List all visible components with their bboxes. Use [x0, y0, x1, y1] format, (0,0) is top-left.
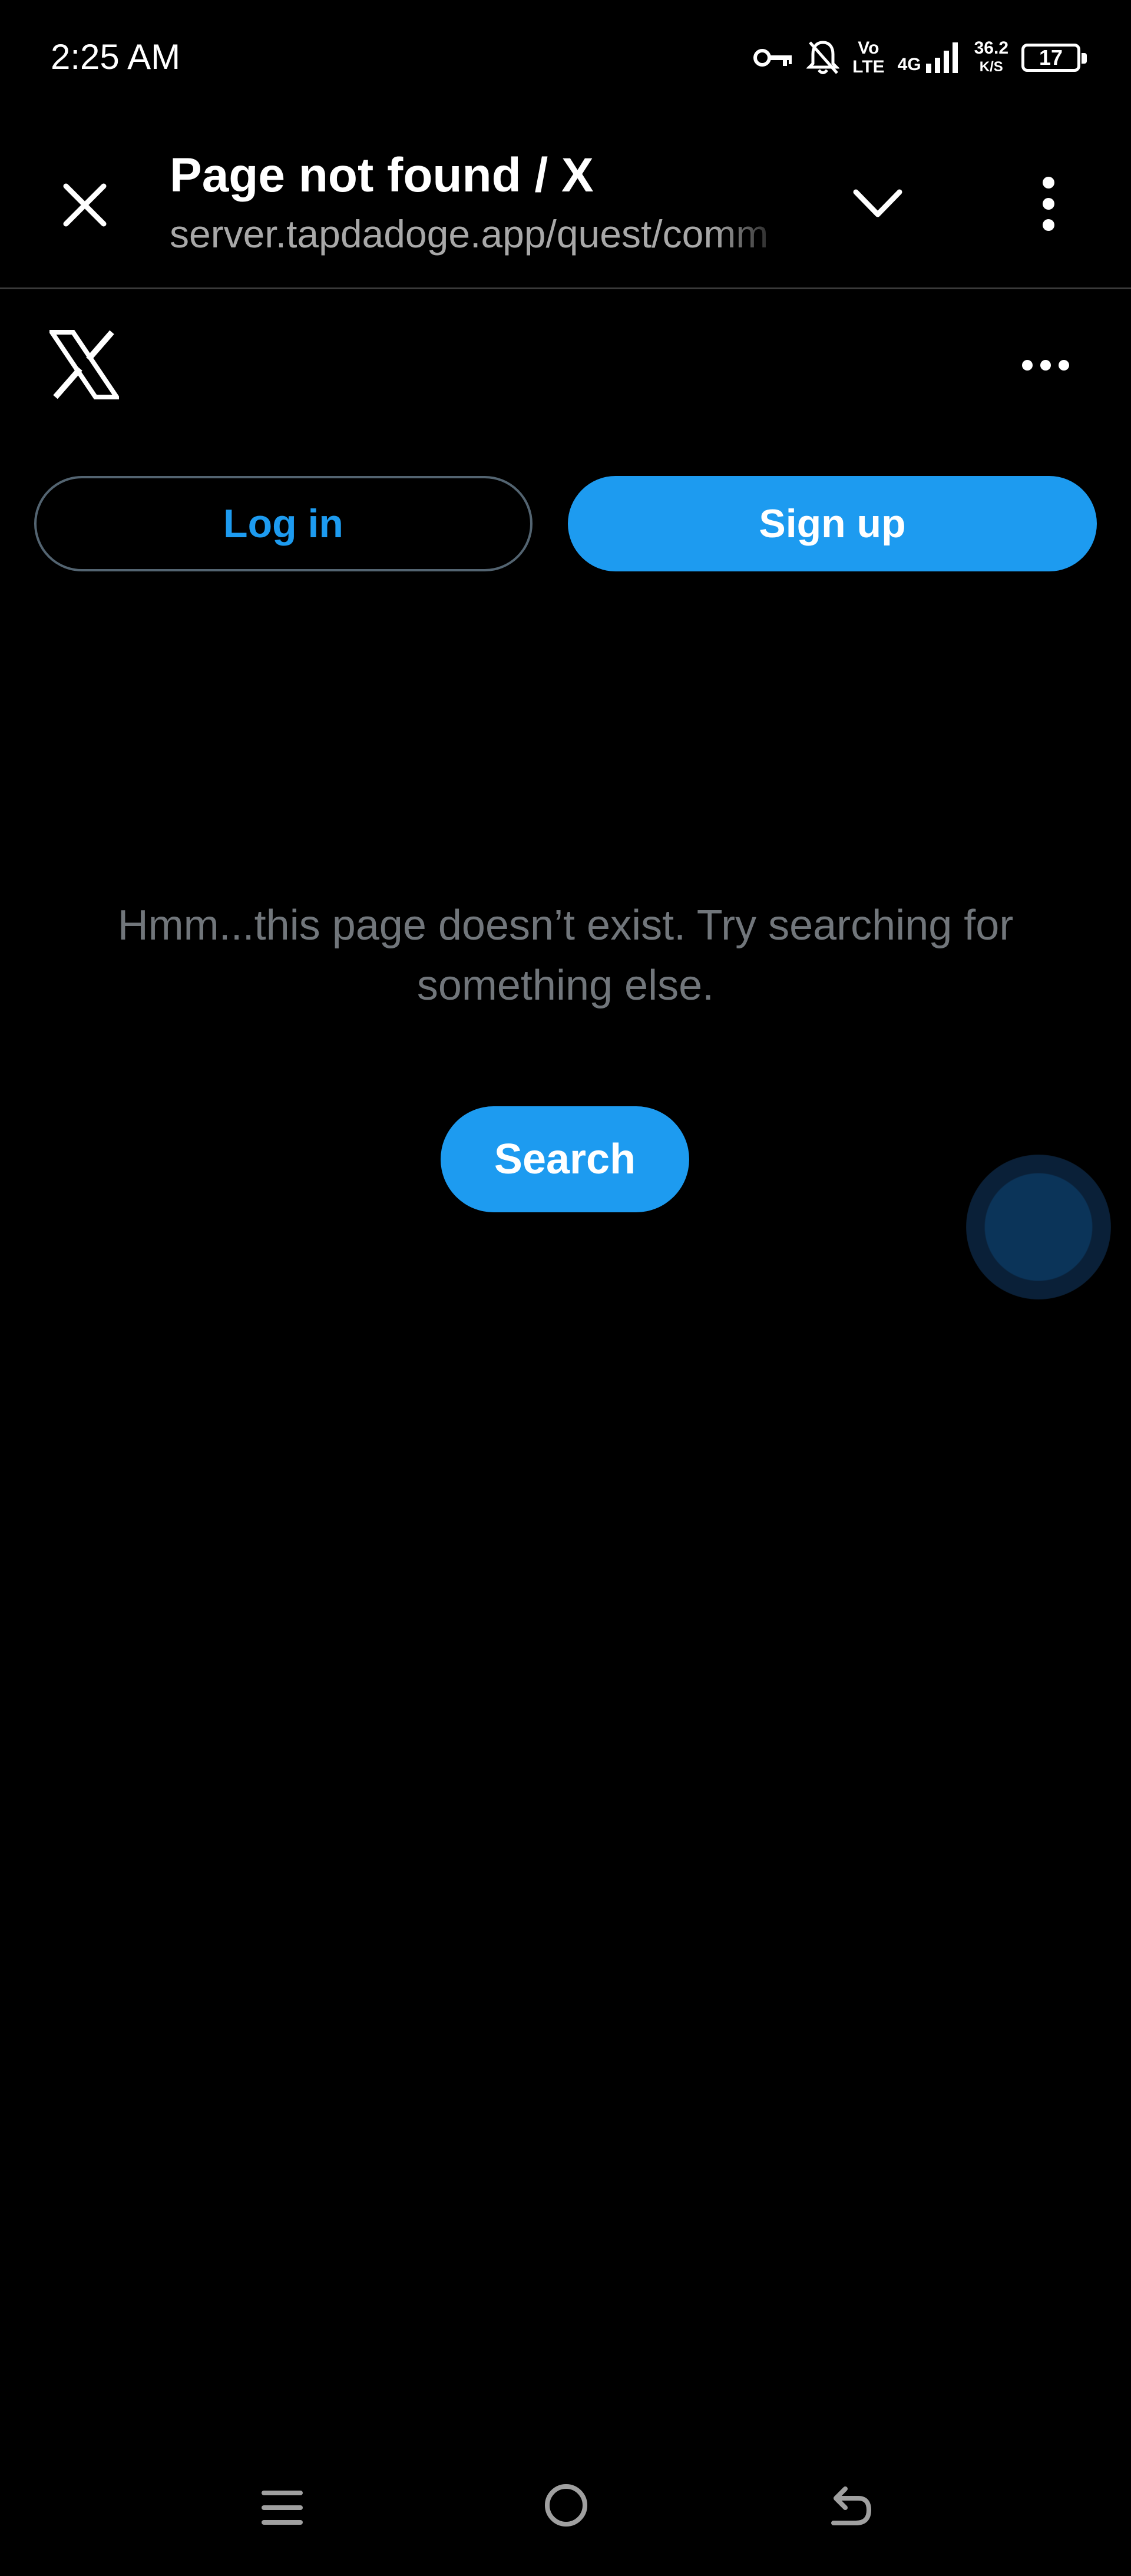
close-icon — [63, 183, 107, 227]
notifications-off-icon — [806, 41, 840, 74]
page-url[interactable]: server.tapdadoge.app/quest/comm — [170, 207, 788, 260]
page-title: Page not found / X — [170, 148, 594, 202]
network-speed: 36.2 K/S — [974, 39, 1008, 77]
home-circle-icon — [545, 2484, 587, 2527]
menu-icon — [262, 2491, 303, 2525]
x-logo-graphic — [47, 330, 121, 399]
signup-button[interactable]: Sign up — [568, 476, 1097, 571]
volte-icon: Vo LTE — [852, 39, 884, 77]
login-button[interactable]: Log in — [34, 476, 533, 571]
back-icon — [831, 2486, 871, 2525]
4g-signal-icon: 4G — [898, 41, 961, 74]
status-time: 2:25 AM — [51, 37, 181, 77]
nav-home-button[interactable] — [540, 2479, 593, 2532]
network-type: 4G — [897, 55, 921, 74]
battery-icon: 17 — [1021, 44, 1087, 72]
chevron-down-icon — [853, 189, 902, 217]
signal-bars-icon — [925, 42, 958, 73]
volte-top-label: Vo — [858, 38, 879, 58]
browser-menu-button[interactable] — [1025, 168, 1072, 239]
search-button[interactable]: Search — [441, 1106, 689, 1212]
speed-value: 36.2 — [974, 38, 1008, 58]
not-found-message: Hmm...this page doesn’t exist. Try searc… — [117, 902, 1014, 1009]
x-logo-icon[interactable] — [47, 330, 121, 399]
more-horizontal-icon — [1022, 360, 1069, 371]
more-options-button[interactable] — [1013, 342, 1078, 389]
battery-level: 17 — [1039, 45, 1063, 70]
close-tab-button[interactable] — [57, 177, 113, 233]
nav-recents-button[interactable] — [257, 2482, 307, 2533]
vpn-key-icon — [753, 49, 792, 67]
volte-bottom-label: LTE — [852, 57, 885, 77]
minimize-tab-button[interactable] — [848, 174, 907, 233]
nav-back-button[interactable] — [822, 2480, 875, 2533]
floating-bubble[interactable] — [966, 1155, 1111, 1299]
status-icons: Vo LTE 4G 36.2 K/S 17 — [752, 34, 1087, 81]
more-vertical-icon — [1043, 177, 1054, 231]
speed-unit: K/S — [979, 59, 1003, 75]
